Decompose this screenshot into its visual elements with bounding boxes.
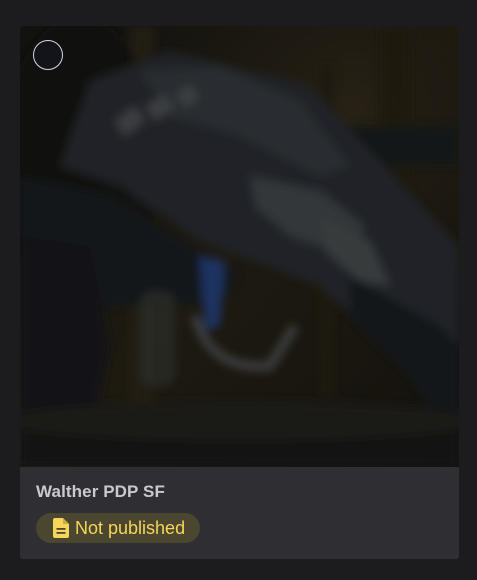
product-thumbnail[interactable] [20,26,459,467]
select-circle-icon[interactable] [33,40,63,70]
file-document-icon [53,518,69,538]
product-title: Walther PDP SF [36,482,165,501]
card-info: Walther PDP SF Not published [20,467,459,559]
pistol-photo [20,26,459,467]
status-badge[interactable]: Not published [36,513,201,543]
status-label: Not published [75,517,186,538]
product-card[interactable]: Walther PDP SF Not published [20,26,459,559]
